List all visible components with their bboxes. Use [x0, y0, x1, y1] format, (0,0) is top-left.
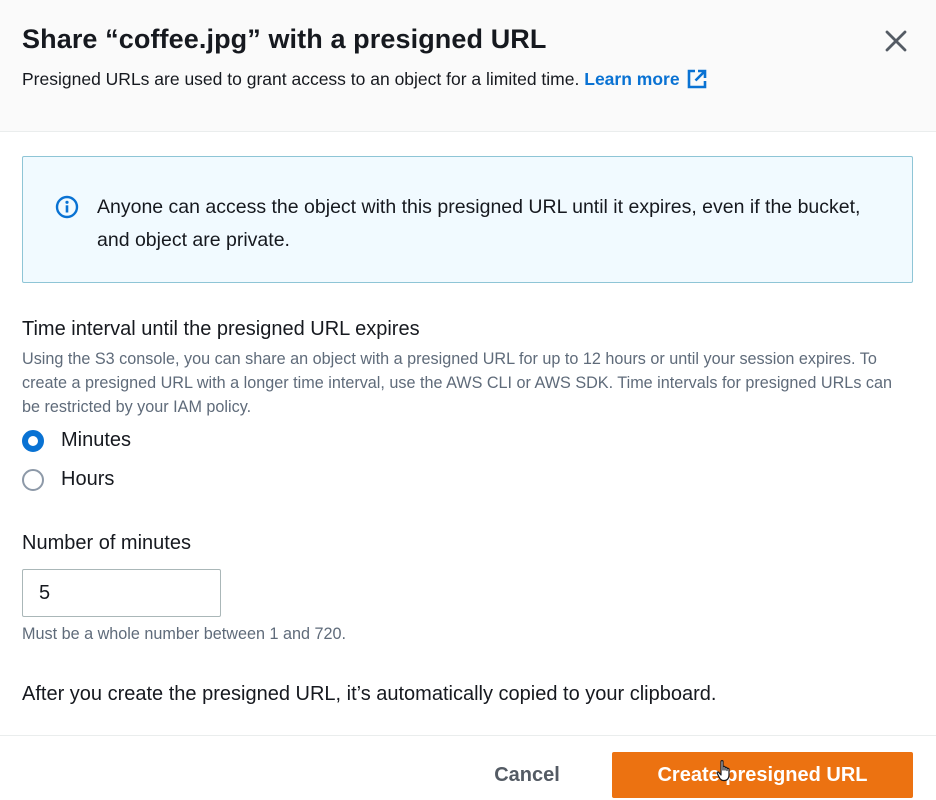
- external-link-icon: [686, 68, 708, 95]
- info-alert: Anyone can access the object with this p…: [22, 156, 913, 283]
- info-icon: [55, 195, 79, 224]
- radio-button-hours[interactable]: [22, 468, 44, 491]
- clipboard-note: After you create the presigned URL, it’s…: [22, 683, 717, 705]
- radio-option-hours[interactable]: Hours: [22, 468, 114, 491]
- info-alert-text: Anyone can access the object with this p…: [97, 196, 861, 251]
- radio-button-minutes[interactable]: [22, 429, 44, 452]
- modal-subtitle: Presigned URLs are used to grant access …: [22, 68, 708, 95]
- cancel-button[interactable]: Cancel: [468, 752, 586, 798]
- footer-divider: [0, 735, 936, 736]
- learn-more-link[interactable]: Learn more: [584, 69, 707, 89]
- learn-more-label: Learn more: [584, 69, 680, 89]
- radio-label-minutes: Minutes: [61, 429, 132, 451]
- create-presigned-url-button[interactable]: Create presigned URL: [612, 752, 913, 798]
- minutes-constraint-text: Must be a whole number between 1 and 720…: [22, 625, 346, 643]
- radio-option-minutes[interactable]: Minutes: [22, 429, 131, 452]
- modal-subtitle-text: Presigned URLs are used to grant access …: [22, 69, 580, 89]
- close-icon: [885, 30, 907, 57]
- radio-label-hours: Hours: [61, 468, 115, 490]
- hand-cursor-icon: [716, 759, 734, 788]
- minutes-field-label: Number of minutes: [22, 532, 191, 554]
- expiry-section-label: Time interval until the presigned URL ex…: [22, 318, 420, 340]
- minutes-input[interactable]: [22, 569, 221, 617]
- expiry-section-description: Using the S3 console, you can share an o…: [22, 350, 893, 416]
- modal-title: Share “coffee.jpg” with a presigned URL: [22, 24, 547, 54]
- close-button[interactable]: [878, 26, 914, 60]
- modal-header: Share “coffee.jpg” with a presigned URL …: [0, 0, 936, 132]
